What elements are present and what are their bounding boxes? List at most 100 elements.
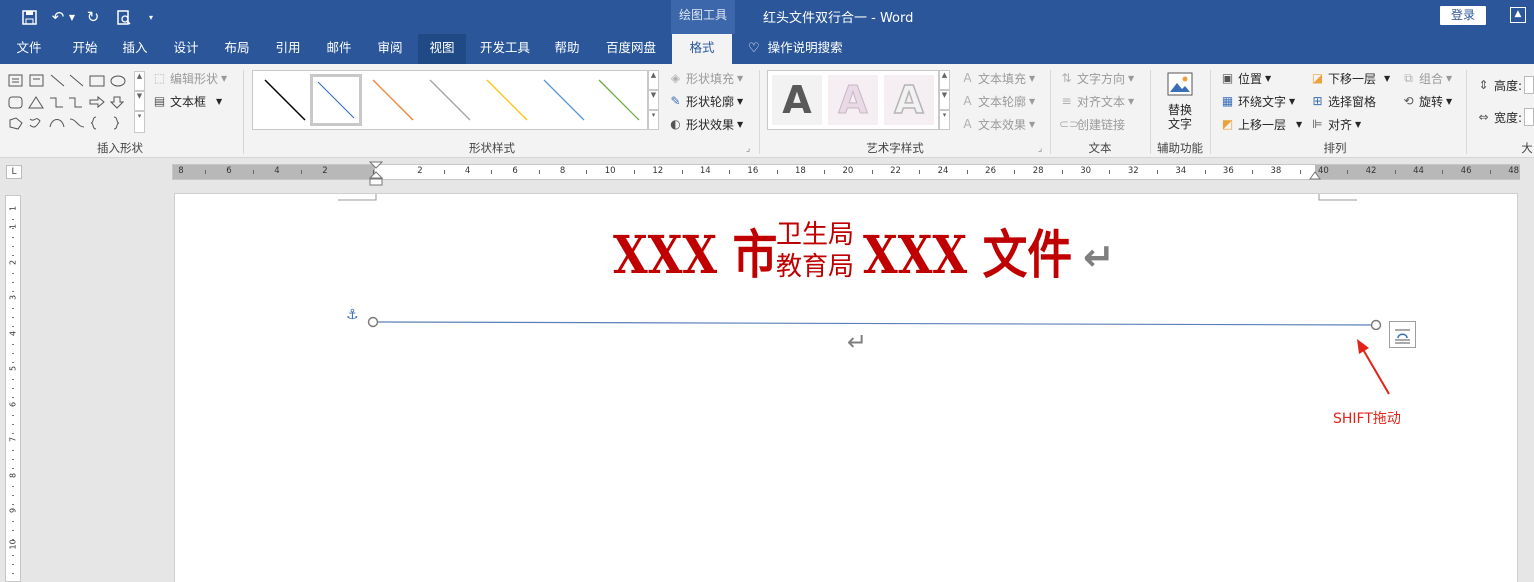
wordart-scroll-down[interactable]: ▼ [939,90,950,110]
vruler-number: 7 [8,436,18,443]
heading-combined-top: 卫生局 [776,220,855,250]
line-start-handle[interactable] [367,316,379,328]
dropdown-arrow-icon: ▼ [737,73,744,83]
group-button[interactable]: ⧉ 组合 ▼ [1401,69,1452,87]
edit-shape-button[interactable]: ⬚ 编辑形状 ▼ [152,69,227,87]
shape-style-swatch-6[interactable] [538,74,590,126]
align-button[interactable]: ⊫ 对齐 ▼ [1310,115,1361,133]
tab-design[interactable]: 设计 [163,34,209,64]
vruler-number: 10 [8,539,18,550]
shape-style-swatch-5[interactable] [481,74,533,126]
styles-scroll-up[interactable]: ▲ [648,70,659,90]
tab-format[interactable]: 格式 [672,34,732,64]
shapes-scroll-up[interactable]: ▲ [134,71,145,91]
right-indent-marker-icon[interactable] [1309,171,1321,181]
tab-selector-icon[interactable]: L [6,165,22,179]
styles-scroll-down[interactable]: ▼ [648,90,659,110]
rotate-button[interactable]: ⟲ 旋转 ▼ [1401,92,1452,110]
wordart-styles-gallery[interactable]: A A A [767,70,939,130]
tell-me-search[interactable]: ♡ 操作说明搜索 [748,34,843,64]
styles-more[interactable]: ▾ [648,110,659,130]
selected-line-shape[interactable] [365,314,1385,330]
text-effects-button[interactable]: A 文本效果 ▼ [960,115,1035,133]
wordart-more[interactable]: ▾ [939,110,950,130]
wordart-dialog-launcher-icon[interactable]: ⌟ [1038,144,1042,154]
text-box-button[interactable]: ▤ 文本框 ▼ [152,92,222,110]
vruler-tick [12,219,14,220]
tab-mailings[interactable]: 邮件 [316,34,362,64]
shape-style-swatch-7[interactable] [593,74,645,126]
dropdown-arrow-icon: ▼ [1128,73,1135,83]
width-input[interactable] [1524,108,1534,126]
shape-outline-button[interactable]: ✎ 形状轮廓 ▼ [668,92,743,110]
ruler-tick [1442,170,1444,174]
link-icon: ⊂⊃ [1059,116,1080,131]
redo-icon[interactable]: ↻ [82,6,104,28]
shape-style-swatch-4[interactable] [424,74,476,126]
ruler-corner: L [0,159,26,185]
shape-style-swatch-1[interactable] [259,74,311,126]
shape-height-field[interactable]: ⇕ 高度: [1476,76,1534,94]
send-backward-button[interactable]: ◪ 下移一层 ▼ [1310,69,1390,87]
ruler-number: 10 [604,166,616,176]
shape-width-field[interactable]: ⇔ 宽度: [1476,108,1534,126]
wordart-style-3[interactable]: A [884,75,934,125]
height-input[interactable] [1524,76,1534,94]
shape-styles-dialog-launcher-icon[interactable]: ⌟ [746,144,750,154]
line-end-handle[interactable] [1370,319,1382,330]
text-direction-button[interactable]: ⇅ 文字方向 ▼ [1059,69,1134,87]
text-outline-button[interactable]: A 文本轮廓 ▼ [960,92,1035,110]
group-label-accessibility: 辅助功能 [1157,141,1203,155]
tab-home[interactable]: 开始 [62,34,108,64]
wordart-scroll-up[interactable]: ▲ [939,70,950,90]
save-icon[interactable] [18,6,40,28]
shapes-gallery[interactable]: ▲ ▼ ▾ [6,71,146,133]
horizontal-ruler[interactable]: 8 6 4 2 2 4 6 8 10 12 14 16 18 20 22 24 26 28 30 32 34 36 38 40… [172,161,1520,186]
print-preview-icon[interactable] [112,6,134,28]
tab-references[interactable]: 引用 [265,34,311,64]
ruler-tick [205,170,206,174]
shape-style-swatch-2[interactable] [310,74,362,126]
vertical-ruler[interactable]: 1 1 2 3 4 5 6 7 8 9 10 [5,195,21,582]
customize-qat-icon[interactable]: ▾ [146,6,156,28]
undo-dropdown-icon[interactable]: ▼ [67,6,77,28]
dropdown-arrow-icon: ▼ [1265,73,1272,83]
selection-pane-button[interactable]: ⊞ 选择窗格 [1310,92,1376,110]
create-link-button[interactable]: ⊂⊃ 创建链接 [1059,115,1125,133]
tab-view[interactable]: 视图 [418,34,466,64]
tab-insert[interactable]: 插入 [112,34,158,64]
wordart-style-1[interactable]: A [772,75,822,125]
login-button[interactable]: 登录 [1440,6,1486,25]
tab-baidu-netdisk[interactable]: 百度网盘 [598,34,664,64]
tab-help[interactable]: 帮助 [544,34,590,64]
document-page[interactable]: XXX 市 卫生局 教育局 XXX 文件 ↵ ⚓ ↵ SHIFT拖动 [174,193,1518,582]
position-button[interactable]: ▣ 位置 ▼ [1220,69,1271,87]
alt-text-button[interactable]: 替换 文字 [1158,70,1202,131]
wrap-text-button[interactable]: ▦ 环绕文字 ▼ [1220,92,1295,110]
shape-fill-button[interactable]: ◈ 形状填充 ▼ [668,69,743,87]
edit-shape-label: 编辑形状 [170,71,219,86]
undo-icon[interactable]: ↶ [47,6,69,28]
ribbon-display-options-icon[interactable]: ▲ [1510,7,1526,23]
shape-effects-button[interactable]: ◐ 形状效果 ▼ [668,115,743,133]
anchor-icon[interactable]: ⚓ [346,307,359,323]
vruler-tick [12,282,14,283]
bring-forward-button[interactable]: ◩ 上移一层 ▼ [1220,115,1302,133]
tab-file[interactable]: 文件 [6,34,52,64]
tab-developer[interactable]: 开发工具 [474,34,536,64]
shape-icons[interactable] [6,71,134,133]
align-text-button[interactable]: ≡ 对齐文本 ▼ [1059,92,1134,110]
ruler-number: 22 [890,166,901,176]
indent-marker-icon[interactable] [369,161,383,187]
shapes-scroll-down[interactable]: ▼ [134,91,145,111]
shape-styles-gallery[interactable] [252,70,648,130]
wordart-style-2[interactable]: A [828,75,878,125]
tab-layout[interactable]: 布局 [214,34,260,64]
shape-style-swatch-3[interactable] [367,74,419,126]
text-fill-button[interactable]: A 文本填充 ▼ [960,69,1035,87]
margin-corner-mark [338,194,377,201]
ruler-number: 34 [1175,166,1187,176]
tab-review[interactable]: 审阅 [367,34,413,64]
shapes-more[interactable]: ▾ [134,111,145,133]
send-backward-icon: ◪ [1311,70,1324,85]
